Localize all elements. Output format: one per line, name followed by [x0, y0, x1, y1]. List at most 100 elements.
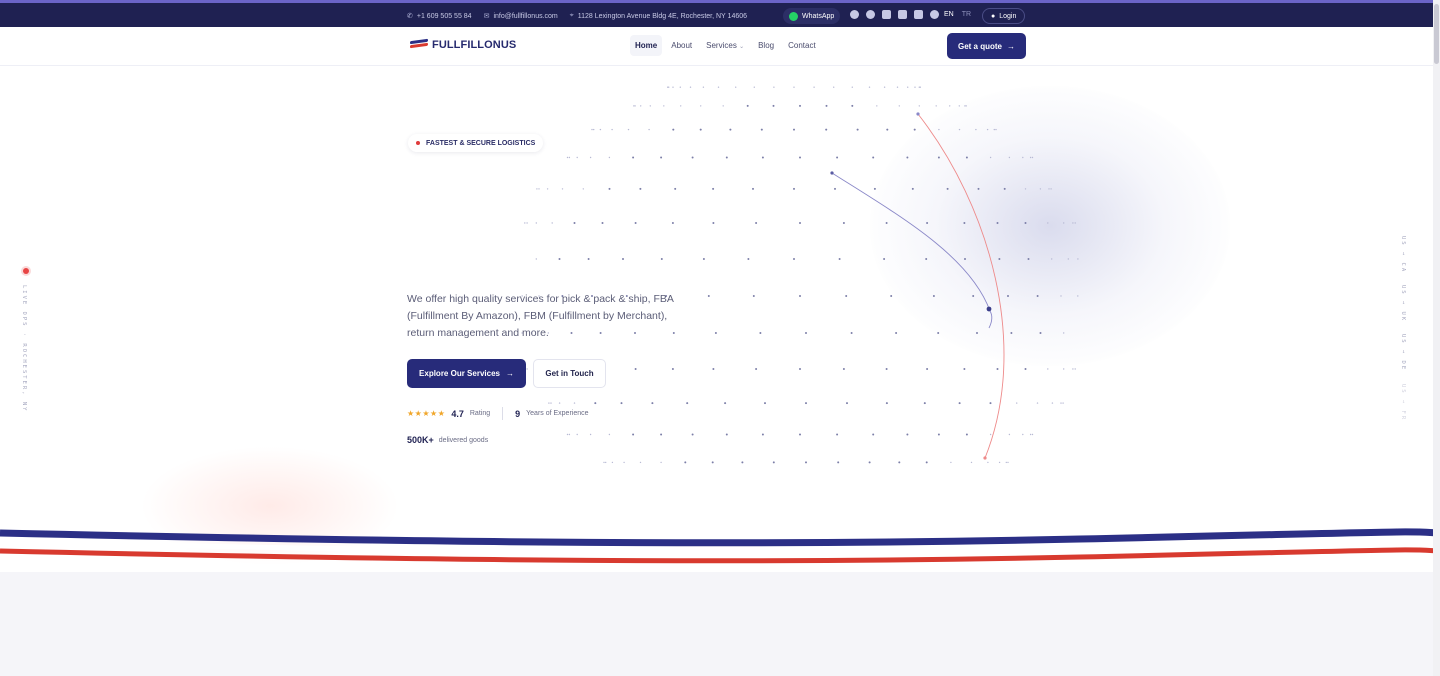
lang-en[interactable]: EN: [944, 11, 954, 18]
nav-menu: Home About Services ⌄ Blog Contact: [630, 35, 821, 56]
map-dot: [906, 433, 909, 436]
hero-stats: ★★★★★ 4.7 Rating 9 Years of Experience: [407, 407, 589, 420]
x-icon[interactable]: [882, 10, 891, 19]
map-dot: [622, 258, 624, 260]
map-dot: [986, 128, 989, 131]
map-dot: [712, 222, 715, 224]
map-dot: [825, 128, 828, 131]
explore-services-button[interactable]: Explore Our Services →: [407, 359, 526, 388]
map-dot: [950, 461, 952, 464]
map-dot: [1024, 368, 1027, 370]
email-text: info@fullfillonus.com: [493, 12, 558, 20]
map-dot: [1063, 332, 1065, 334]
nav-contact[interactable]: Contact: [783, 35, 821, 56]
map-dot: [925, 461, 928, 464]
map-dot: [895, 332, 898, 334]
nav-blog[interactable]: Blog: [753, 35, 779, 56]
map-dot: [660, 258, 663, 260]
map-dot: [885, 368, 888, 370]
hero-section: FASTEST & SECURE LOGISTICS We offer high…: [0, 66, 1440, 572]
login-label: Login: [999, 12, 1017, 20]
map-dot: [805, 402, 807, 405]
nav-home[interactable]: Home: [630, 35, 663, 56]
map-dot: [660, 461, 662, 464]
map-dot: [608, 187, 611, 190]
map-dot: [1027, 258, 1030, 260]
map-dot: [707, 295, 710, 297]
map-dot: [611, 128, 613, 131]
whatsapp-button[interactable]: WhatsApp: [783, 8, 841, 24]
map-dot: [946, 187, 949, 190]
nav-about[interactable]: About: [666, 35, 697, 56]
map-dot: [896, 86, 899, 88]
map-dot: [689, 86, 692, 88]
get-in-touch-label: Get in Touch: [545, 369, 594, 378]
map-dot: [976, 332, 978, 334]
map-dot: [671, 368, 674, 370]
map-dot: [1048, 188, 1050, 190]
logo[interactable]: FULLFILLONUS: [410, 38, 516, 51]
map-dot: [842, 368, 845, 370]
map-dot: [964, 105, 966, 107]
map-dot: [913, 128, 916, 131]
map-dot: [632, 433, 635, 436]
map-dot: [1047, 222, 1049, 224]
get-quote-button[interactable]: Get a quote →: [947, 33, 1026, 59]
map-dot: [993, 128, 995, 131]
map-dot: [634, 222, 637, 224]
map-dot: [772, 104, 775, 107]
map-dot: [639, 187, 642, 190]
login-button[interactable]: ● Login: [982, 8, 1026, 24]
map-dot: [535, 222, 537, 224]
map-dot: [1072, 222, 1074, 224]
scrollbar-thumb[interactable]: [1434, 4, 1439, 64]
map-dot: [793, 187, 795, 190]
stats-divider: [502, 407, 504, 420]
facebook-icon[interactable]: [866, 10, 875, 19]
instagram-icon[interactable]: [850, 10, 859, 19]
lang-tr[interactable]: TR: [962, 11, 971, 18]
tiktok-icon[interactable]: [914, 10, 923, 19]
map-dot: [764, 402, 766, 405]
get-in-touch-button[interactable]: Get in Touch: [533, 359, 606, 388]
map-dot: [589, 156, 592, 159]
map-dot: [668, 86, 670, 88]
youtube-icon[interactable]: [898, 10, 907, 19]
route-arc-red: [917, 113, 1005, 459]
map-dot: [995, 128, 997, 131]
pinterest-icon[interactable]: [930, 10, 939, 19]
map-dot: [1062, 402, 1064, 404]
map-dot: [591, 128, 593, 131]
email-link[interactable]: ✉ info@fullfillonus.com: [484, 12, 558, 21]
map-dot: [799, 295, 801, 297]
address: ⌖ 1128 Lexington Avenue Bldg 4E, Rochest…: [570, 12, 747, 20]
map-dot: [911, 187, 914, 190]
nav-services[interactable]: Services ⌄: [701, 35, 749, 56]
map-dot: [691, 156, 694, 159]
map-dot: [868, 461, 871, 464]
scrollbar-track[interactable]: [1433, 0, 1440, 676]
map-dot: [876, 105, 878, 107]
map-dot: [684, 461, 687, 464]
map-dot: [868, 86, 871, 88]
map-dot: [755, 368, 758, 370]
map-dot: [725, 433, 728, 436]
map-dot: [566, 433, 569, 436]
delivered-value: 500K+: [407, 435, 434, 445]
explore-services-label: Explore Our Services: [419, 369, 500, 378]
language-switcher: EN TR: [944, 11, 971, 18]
address-text: 1128 Lexington Avenue Bldg 4E, Rochester…: [577, 12, 748, 20]
live-indicator-dot: [23, 268, 29, 274]
map-dot: [712, 368, 715, 370]
map-dot: [741, 461, 744, 464]
map-dot: [958, 402, 961, 405]
map-dot: [679, 86, 681, 88]
map-dot: [825, 104, 828, 107]
map-dot: [1010, 332, 1013, 334]
map-dot: [799, 104, 801, 107]
badge-dot-icon: [416, 141, 420, 145]
phone-link[interactable]: ✆ +1 609 505 55 84: [407, 12, 472, 21]
map-dot: [608, 156, 611, 159]
map-dot: [1036, 295, 1039, 297]
map-dot: [700, 105, 702, 107]
